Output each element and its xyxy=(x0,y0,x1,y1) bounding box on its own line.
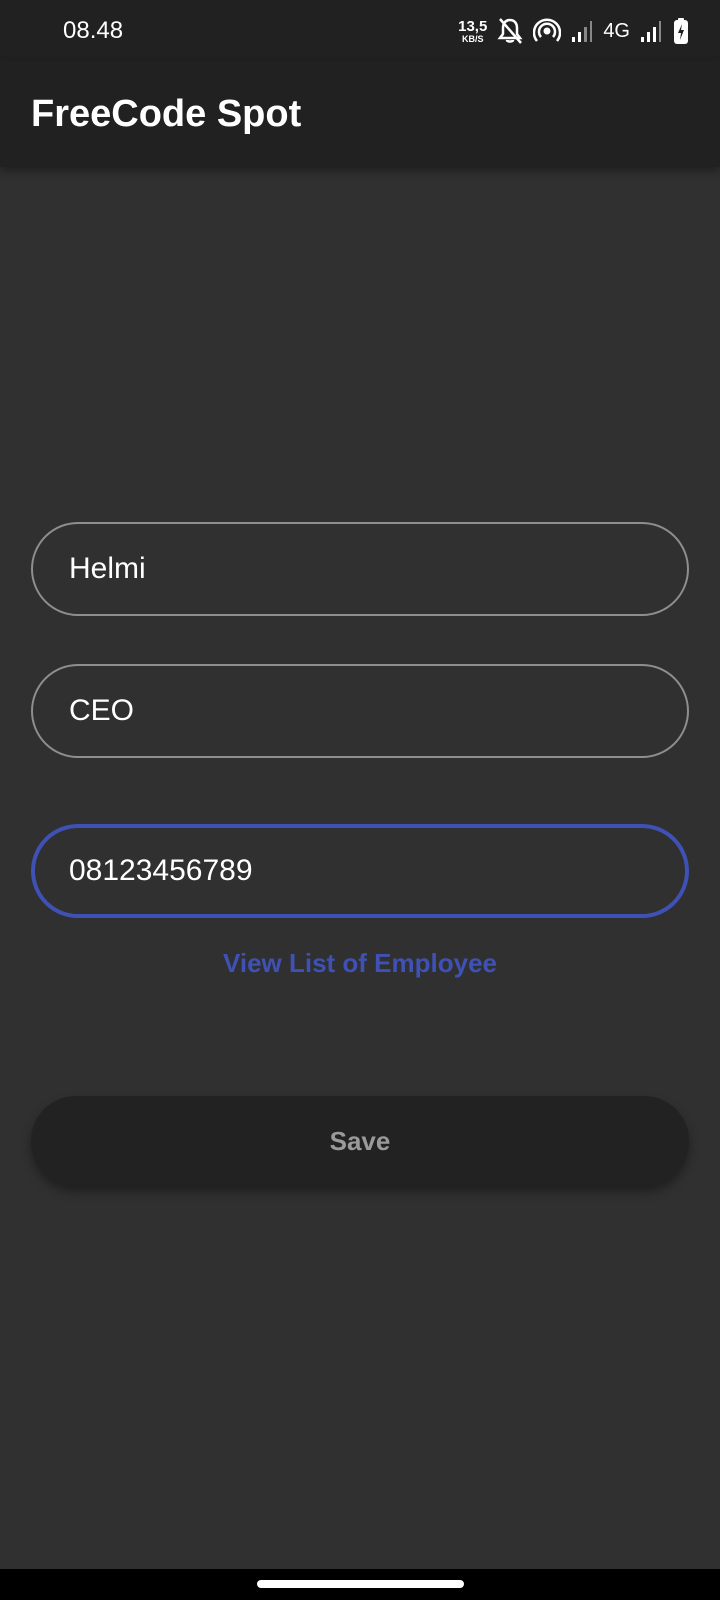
app-title: FreeCode Spot xyxy=(31,93,302,135)
signal-icon xyxy=(571,19,593,43)
bell-off-icon xyxy=(497,17,523,45)
signal-icon xyxy=(640,19,662,43)
home-indicator[interactable] xyxy=(257,1580,464,1588)
app-screen: 08.48 13,5 KB/S 4G FreeCode Spot Helmi C… xyxy=(0,0,720,1600)
network-type: 4G xyxy=(603,20,630,42)
hotspot-icon xyxy=(533,17,562,45)
network-speed-value: 13,5 xyxy=(458,17,488,35)
save-button[interactable]: Save xyxy=(31,1096,689,1186)
battery-charging-icon xyxy=(672,17,690,45)
phone-field[interactable] xyxy=(31,824,689,918)
app-bar: FreeCode Spot xyxy=(0,61,720,167)
status-time: 08.48 xyxy=(63,17,124,44)
view-employee-list-link[interactable]: View List of Employee xyxy=(0,946,720,980)
position-input[interactable] xyxy=(69,666,649,756)
navigation-bar xyxy=(0,1569,720,1600)
status-bar: 08.48 13,5 KB/S 4G xyxy=(0,0,720,61)
network-speed: 13,5 KB/S xyxy=(458,19,487,44)
position-field[interactable] xyxy=(31,664,689,758)
network-speed-unit: KB/S xyxy=(461,33,484,44)
name-input[interactable] xyxy=(69,524,649,614)
status-icons: 13,5 KB/S 4G xyxy=(458,14,690,48)
name-field[interactable] xyxy=(31,522,689,616)
phone-input[interactable] xyxy=(69,828,649,914)
